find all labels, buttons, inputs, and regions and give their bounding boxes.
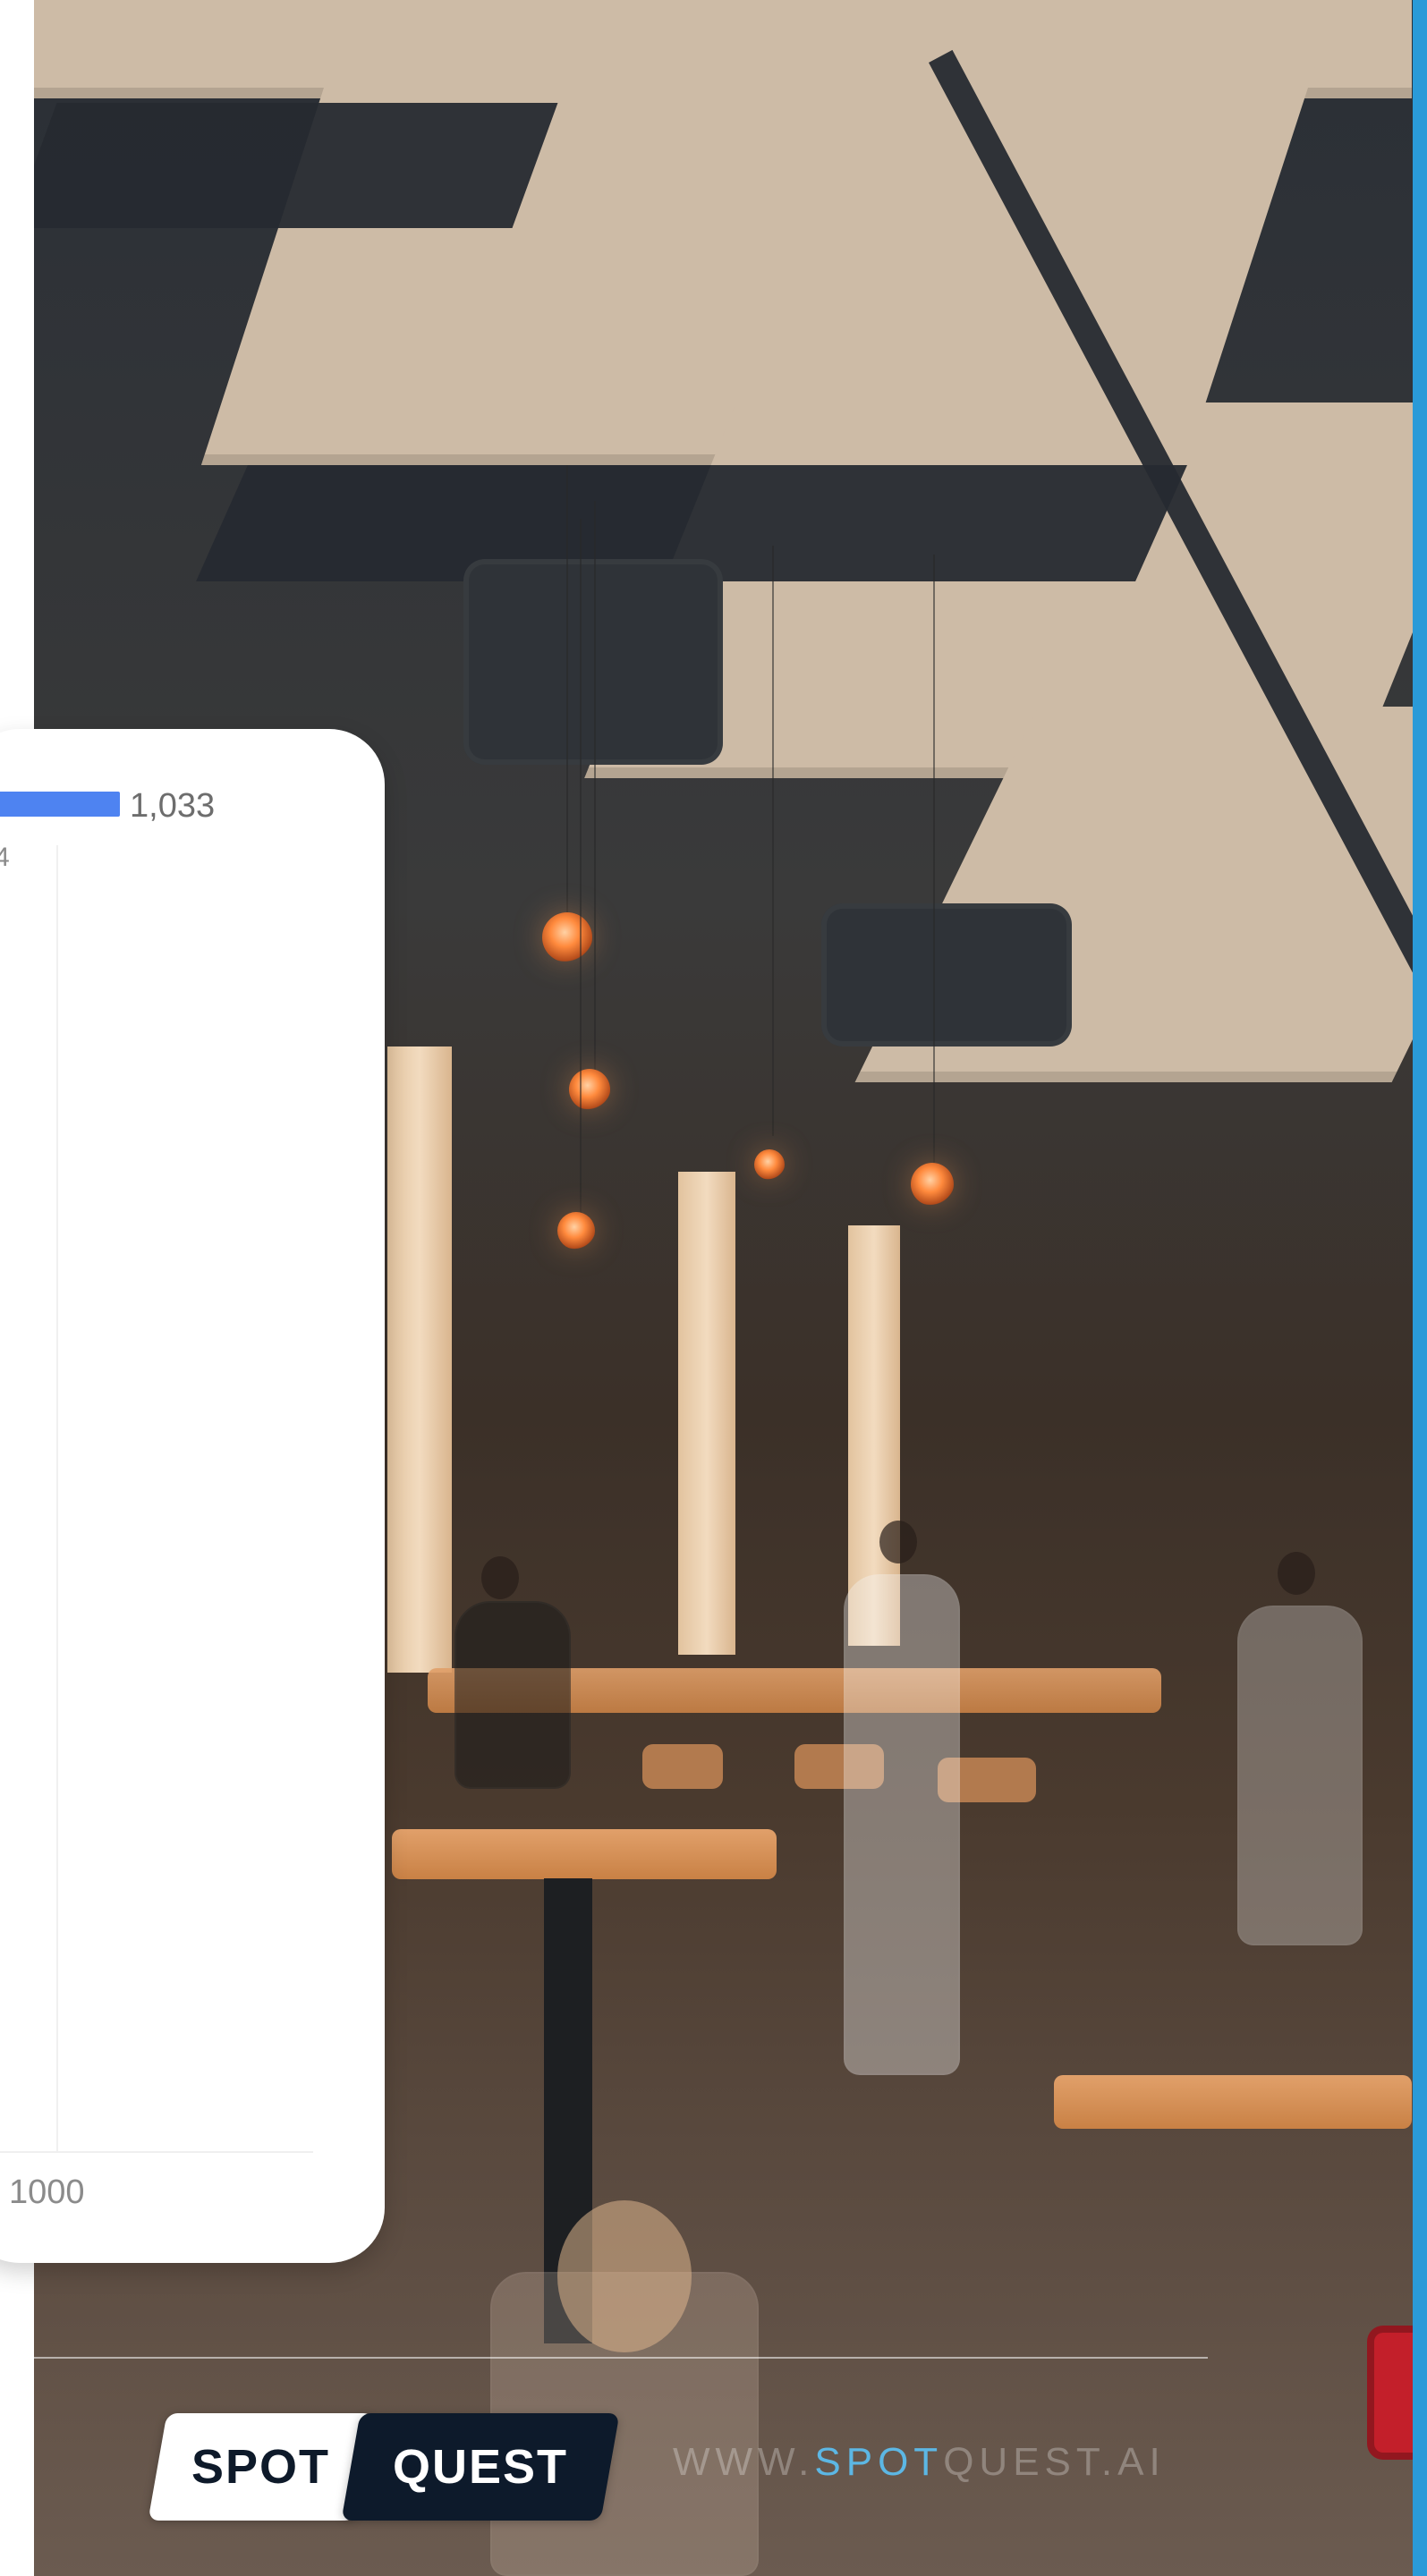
category-label-fragment: 4 bbox=[0, 843, 10, 872]
person bbox=[1237, 1606, 1363, 1945]
quest-logo-text: QUEST bbox=[392, 2440, 569, 2494]
lamp-wire bbox=[594, 501, 596, 1073]
pendant-lamp bbox=[911, 1163, 954, 1206]
pendant-lamp bbox=[557, 1212, 595, 1250]
hvac-duct bbox=[821, 903, 1072, 1046]
x-axis-line bbox=[0, 2151, 313, 2153]
stool bbox=[642, 1744, 723, 1789]
website-suffix: QUEST.AI bbox=[943, 2440, 1166, 2484]
column bbox=[678, 1172, 735, 1655]
gridline bbox=[56, 845, 58, 2151]
website-prefix: WWW. bbox=[673, 2440, 815, 2484]
pendant-lamp bbox=[569, 1069, 610, 1110]
x-axis-tick-label: 1000 bbox=[9, 2174, 85, 2211]
pendant-lamp bbox=[754, 1149, 785, 1180]
lamp-wire bbox=[580, 519, 582, 1234]
person bbox=[844, 1574, 960, 2075]
lamp-wire bbox=[933, 555, 935, 1181]
footer-divider bbox=[0, 2357, 1208, 2359]
spot-logo-text: SPOT bbox=[191, 2440, 331, 2494]
right-accent-bar bbox=[1413, 0, 1427, 2576]
phone bbox=[1367, 2326, 1413, 2460]
screen: 1,033 4 1000 SPOT QUEST WWW.SPOTQUEST.AI bbox=[0, 0, 1427, 2576]
person-head bbox=[1278, 1552, 1315, 1595]
website-accent: SPOT bbox=[814, 2440, 944, 2484]
website-text: WWW.SPOTQUEST.AI bbox=[673, 2440, 1166, 2485]
person-head bbox=[481, 1556, 519, 1599]
table bbox=[392, 1829, 777, 1879]
lamp-wire bbox=[566, 465, 568, 930]
lamp-wire bbox=[772, 546, 774, 1136]
ceiling-beam bbox=[34, 103, 558, 228]
bar-fill bbox=[0, 792, 121, 817]
person-head bbox=[879, 1521, 917, 1563]
table bbox=[1054, 2075, 1412, 2129]
hvac-duct bbox=[463, 559, 723, 765]
pendant-lamp bbox=[542, 912, 592, 962]
spot-logo: SPOT bbox=[148, 2413, 375, 2521]
bar-value-label: 1,033 bbox=[130, 787, 216, 825]
person bbox=[454, 1601, 571, 1789]
person-head bbox=[557, 2200, 692, 2352]
quest-logo: QUEST bbox=[341, 2413, 620, 2521]
column bbox=[387, 1046, 452, 1673]
